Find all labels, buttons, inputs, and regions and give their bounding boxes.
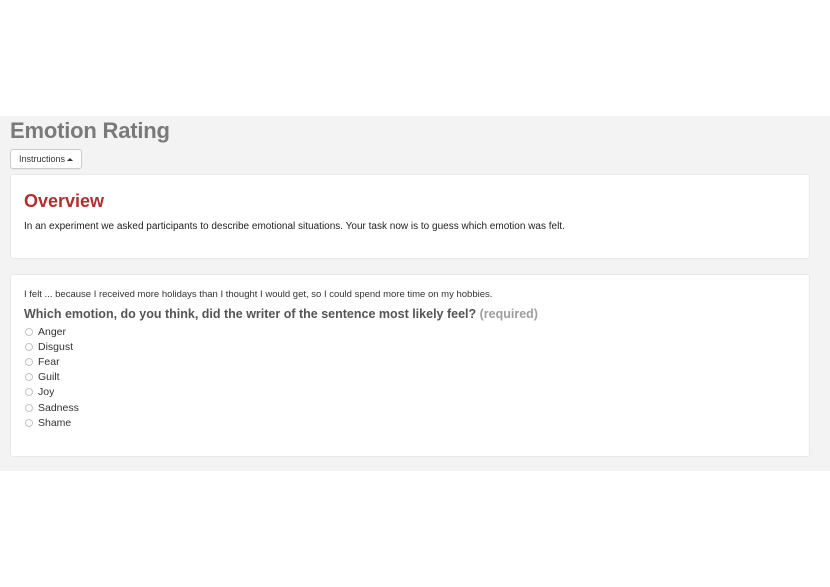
instructions-toggle-button[interactable]: Instructions [10,149,83,169]
option-label: Anger [38,325,67,338]
overview-text: In an experiment we asked participants t… [24,221,565,232]
caret-up-icon [67,158,74,161]
option-sadness[interactable]: Sadness [25,400,79,415]
page-title: Emotion Rating [10,118,170,143]
radio-guilt[interactable] [25,373,33,382]
required-label: (required) [479,307,538,321]
radio-joy[interactable] [25,388,33,397]
option-label: Sadness [38,401,79,414]
option-disgust[interactable]: Disgust [25,339,79,354]
question-panel: I felt ... because I received more holid… [10,274,810,457]
option-anger[interactable]: Anger [25,324,79,339]
option-guilt[interactable]: Guilt [25,370,79,385]
radio-shame[interactable] [25,418,33,427]
option-joy[interactable]: Joy [25,385,79,400]
instructions-button-label: Instructions [19,154,66,164]
emotion-options: Anger Disgust Fear Guilt Joy Sadness Sha… [25,324,79,430]
radio-sadness[interactable] [25,403,33,412]
radio-fear[interactable] [25,357,33,366]
option-label: Guilt [38,371,60,384]
overview-heading: Overview [24,191,105,211]
option-label: Fear [38,355,60,368]
option-shame[interactable]: Shame [25,415,79,430]
radio-anger[interactable] [25,327,33,336]
question-label: Which emotion, do you think, did the wri… [24,307,477,321]
option-fear[interactable]: Fear [25,354,79,369]
sentence-prompt: I felt ... because I received more holid… [24,289,493,300]
option-label: Joy [38,386,55,399]
option-label: Shame [38,416,72,429]
overview-panel: Overview In an experiment we asked parti… [10,174,810,259]
radio-disgust[interactable] [25,342,33,351]
option-label: Disgust [38,340,74,353]
question-text: Which emotion, do you think, did the wri… [24,307,538,321]
